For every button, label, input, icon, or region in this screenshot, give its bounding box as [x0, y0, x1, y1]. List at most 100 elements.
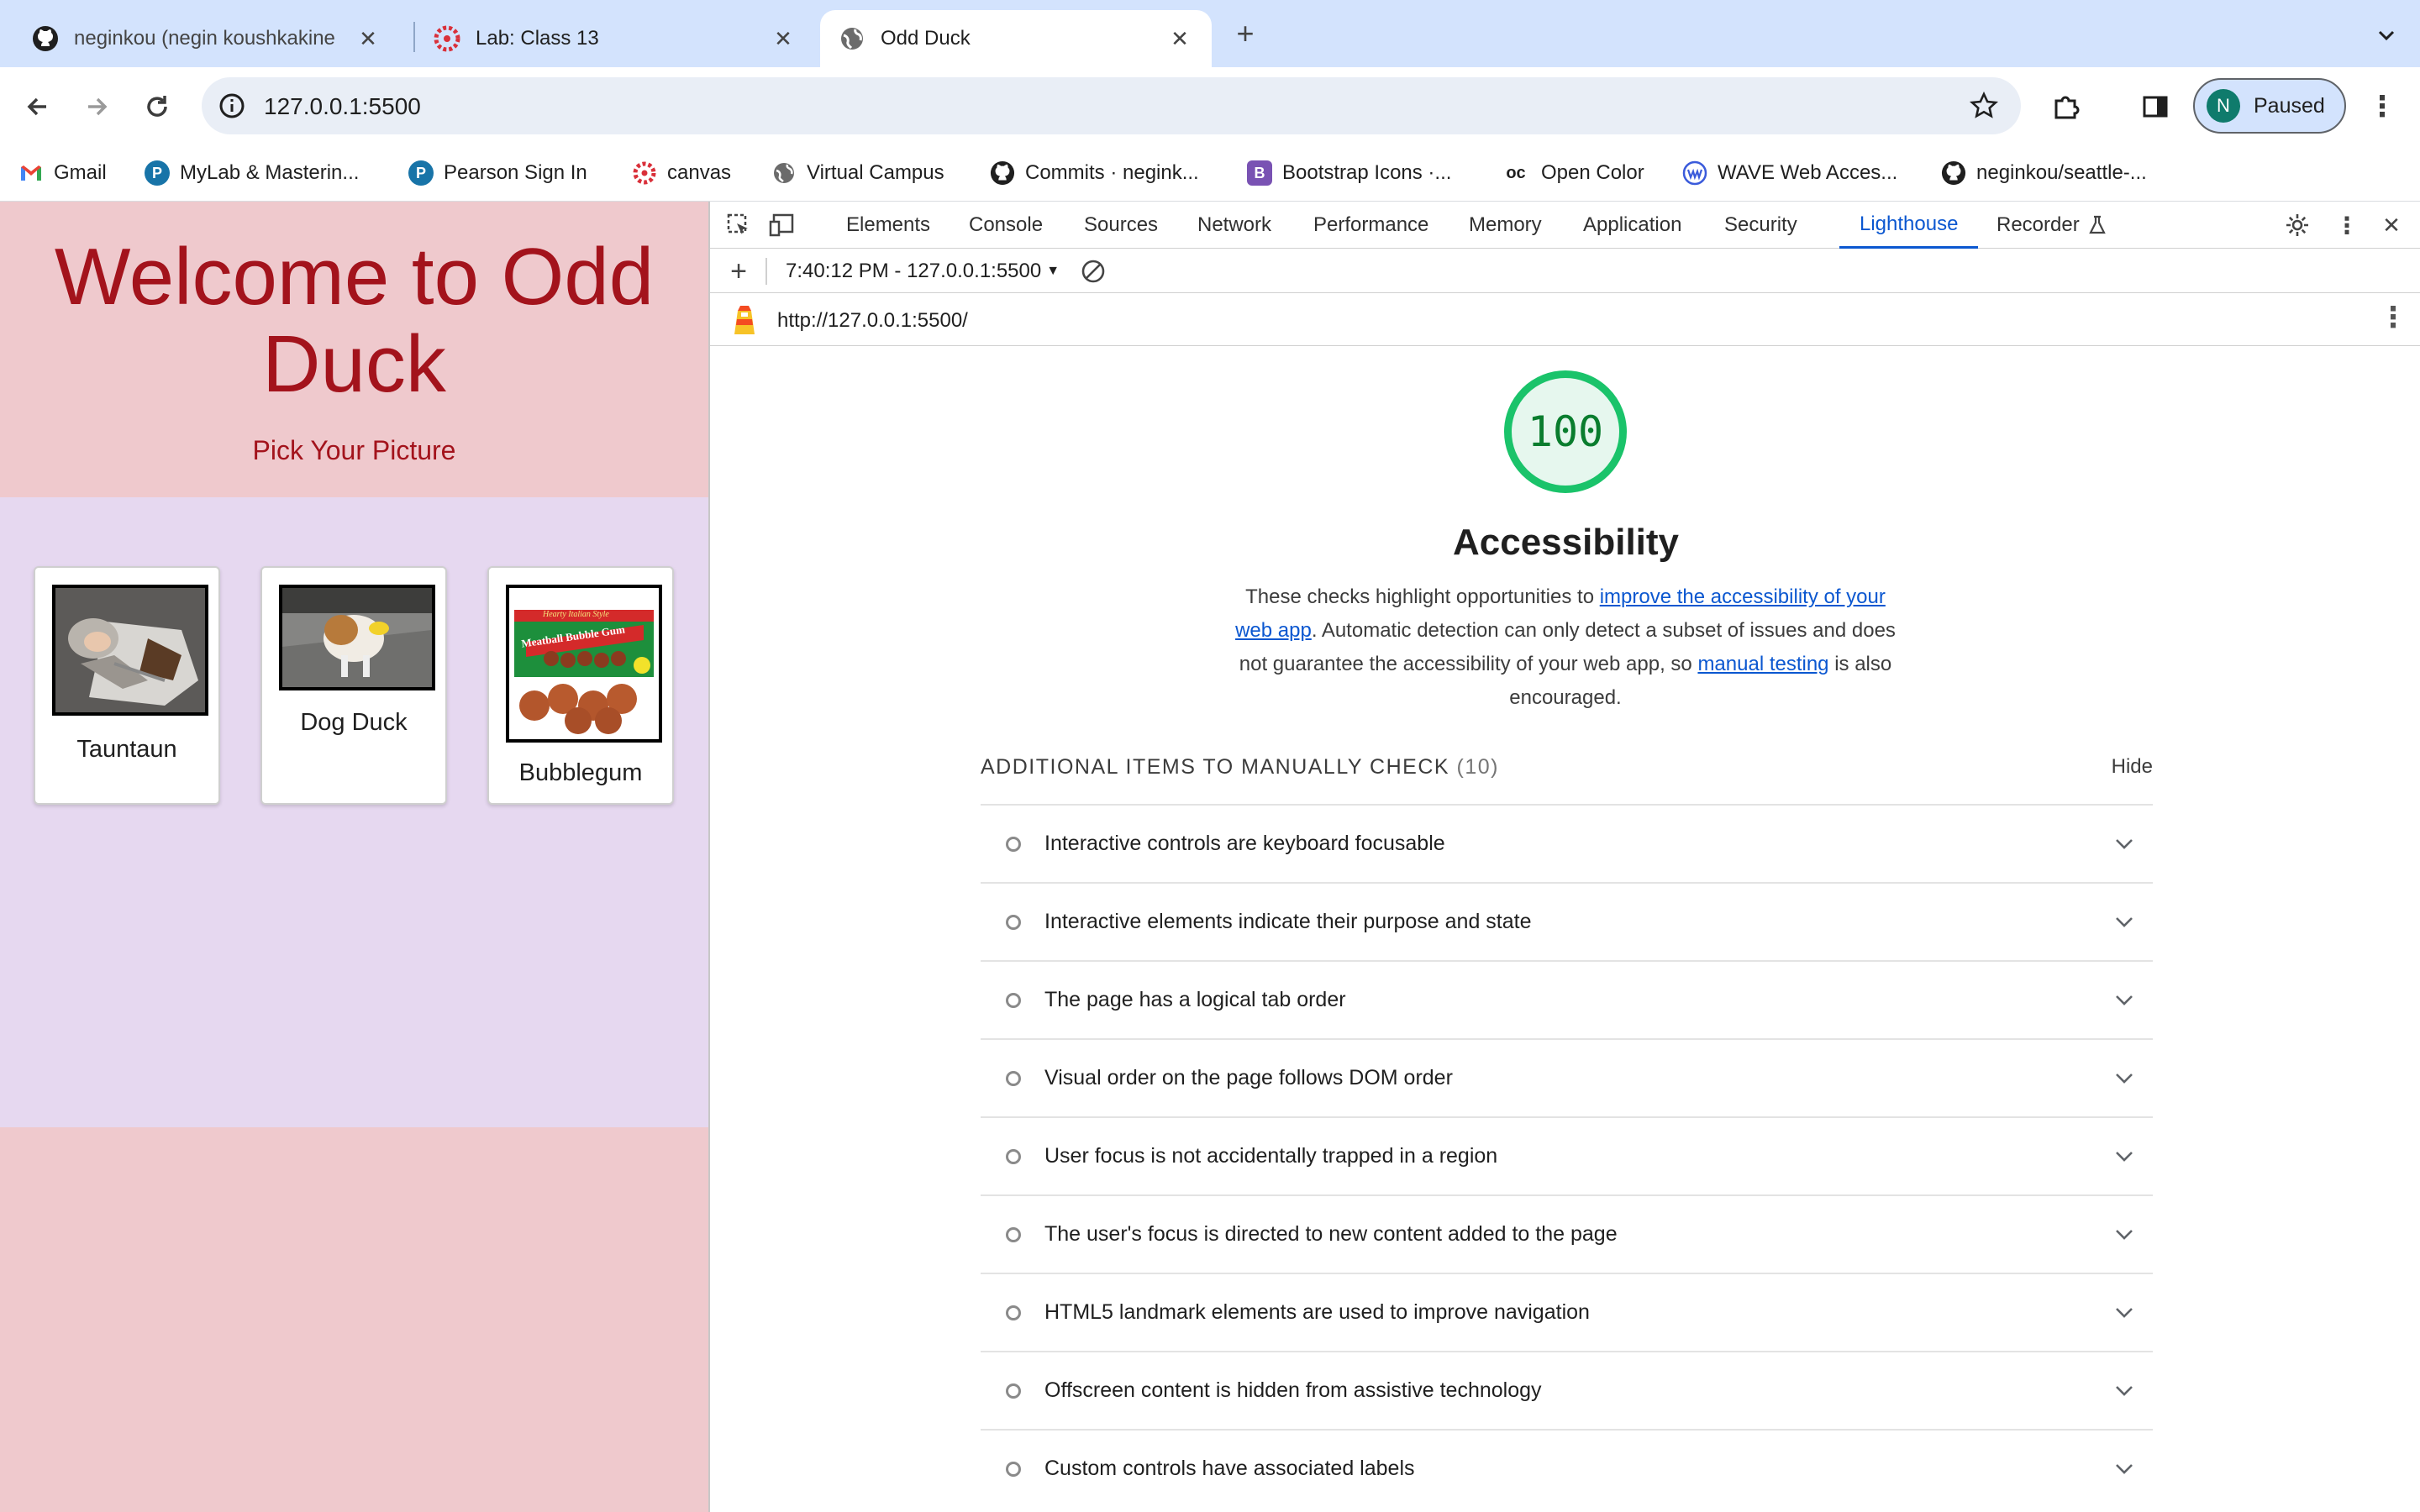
reload-button[interactable]	[138, 87, 176, 126]
clear-reports-icon[interactable]	[1080, 258, 1107, 285]
side-panel-button[interactable]	[2136, 87, 2175, 126]
lighthouse-toolbar: + 7:40:12 PM - 127.0.0.1:5500 ▼	[710, 249, 2420, 293]
tab-strip: neginkou (negin koushkakine ✕ Lab: Class…	[0, 0, 2420, 67]
tab-odd-duck[interactable]: Odd Duck ✕	[820, 10, 1212, 67]
devtools-menu-button[interactable]: ⋮	[2332, 210, 2362, 240]
audit-title: Visual order on the page follows DOM ord…	[1044, 1066, 1453, 1089]
dropdown-arrow-icon: ▼	[1046, 264, 1060, 278]
bubblegum-image[interactable]: Hearty Italian Style Meatball Bubble Gum	[506, 585, 662, 743]
devtools-tab-application[interactable]: Application	[1583, 202, 1681, 249]
back-arrow-icon	[27, 97, 46, 116]
devtools-tab-console[interactable]: Console	[969, 202, 1043, 249]
audit-title: Interactive elements indicate their purp…	[1044, 910, 1532, 933]
close-icon: ✕	[2382, 212, 2401, 238]
chevron-down-icon[interactable]	[2107, 990, 2141, 1011]
site-info-icon[interactable]	[217, 91, 247, 121]
plus-icon: +	[730, 255, 747, 287]
chevron-down-icon[interactable]	[2107, 911, 2141, 933]
devtools-tab-lighthouse[interactable]: Lighthouse	[1839, 202, 1979, 249]
audit-item[interactable]: Custom controls have associated labels	[981, 1429, 2153, 1507]
manual-status-icon	[1006, 1070, 1021, 1086]
bookmark-label: Open Color	[1541, 161, 1644, 184]
inspect-element-button[interactable]	[723, 210, 754, 240]
bookmark-virtual-campus[interactable]: Virtual Campus	[771, 156, 944, 190]
page-viewport: Welcome to Odd Duck Pick Your Picture Ta…	[0, 202, 708, 1512]
address-bar[interactable]: 127.0.0.1:5500	[202, 77, 2021, 134]
close-icon[interactable]: ✕	[355, 26, 381, 52]
url-text[interactable]: 127.0.0.1:5500	[264, 93, 421, 120]
devtools-tab-security[interactable]: Security	[1724, 202, 1797, 249]
audit-item[interactable]: Interactive elements indicate their purp…	[981, 882, 2153, 960]
report-selector[interactable]: 7:40:12 PM - 127.0.0.1:5500 ▼	[786, 256, 1060, 286]
devtools-tab-network[interactable]: Network	[1197, 202, 1271, 249]
bookmark-label: Bootstrap Icons ·...	[1282, 161, 1452, 184]
devtools-tab-sources[interactable]: Sources	[1084, 202, 1158, 249]
hide-button[interactable]: Hide	[2112, 755, 2153, 779]
bookmark-label: Virtual Campus	[807, 161, 944, 184]
chevron-down-icon[interactable]	[2107, 1380, 2141, 1402]
devtools-tab-elements[interactable]: Elements	[846, 202, 930, 249]
chevron-down-icon[interactable]	[2107, 1302, 2141, 1324]
bookmark-bootstrap-icons[interactable]: B Bootstrap Icons ·...	[1247, 156, 1451, 190]
tab-search-button[interactable]	[2370, 18, 2403, 52]
audit-item[interactable]: The page has a logical tab order	[981, 960, 2153, 1038]
bookmark-commits[interactable]: Commits · negink...	[990, 156, 1199, 190]
tauntaun-image[interactable]	[52, 585, 208, 716]
product-card-bubblegum[interactable]: Hearty Italian Style Meatball Bubble Gum…	[487, 566, 674, 805]
report-selector-value: 7:40:12 PM - 127.0.0.1:5500	[786, 260, 1042, 282]
audit-item[interactable]: Offscreen content is hidden from assisti…	[981, 1351, 2153, 1429]
tab-title: Odd Duck	[881, 27, 971, 50]
manual-testing-link[interactable]: manual testing	[1697, 653, 1828, 675]
devtools-close-button[interactable]: ✕	[2376, 210, 2407, 240]
close-icon[interactable]: ✕	[770, 26, 797, 52]
bookmark-gmail[interactable]: Gmail	[18, 156, 107, 190]
close-icon[interactable]: ✕	[1166, 26, 1193, 52]
star-icon[interactable]	[1969, 91, 1999, 121]
bookmark-canvas[interactable]: canvas	[632, 156, 731, 190]
forward-button[interactable]	[77, 87, 116, 126]
report-url[interactable]: http://127.0.0.1:5500/	[777, 309, 968, 333]
chevron-down-icon[interactable]	[2107, 1146, 2141, 1168]
manual-status-icon	[1006, 914, 1021, 930]
product-name: Tauntaun	[76, 736, 177, 763]
toolbar: 127.0.0.1:5500 N Paused ⋮	[0, 67, 2420, 144]
audit-item[interactable]: HTML5 landmark elements are used to impr…	[981, 1273, 2153, 1351]
report-menu-icon[interactable]: ⋮	[2379, 301, 2407, 334]
profile-button[interactable]: N Paused	[2193, 78, 2346, 134]
audit-title: Interactive controls are keyboard focusa…	[1044, 832, 1445, 855]
devtools-tab-recorder[interactable]: Recorder	[1996, 202, 2107, 249]
devtools-settings-button[interactable]	[2282, 210, 2312, 240]
product-card-tauntaun[interactable]: Tauntaun	[34, 566, 220, 805]
chevron-down-icon[interactable]	[2107, 833, 2141, 855]
score-gauge[interactable]: 100	[1504, 370, 1627, 493]
devtools-tab-performance[interactable]: Performance	[1313, 202, 1428, 249]
devtools-tab-memory[interactable]: Memory	[1469, 202, 1542, 249]
manual-check-title-text: ADDITIONAL ITEMS TO MANUALLY CHECK	[981, 755, 1450, 779]
device-toolbar-button[interactable]	[767, 210, 797, 240]
gear-icon	[2286, 214, 2308, 236]
tab-lab-class-13[interactable]: Lab: Class 13 ✕	[415, 10, 815, 67]
audit-item[interactable]: Visual order on the page follows DOM ord…	[981, 1038, 2153, 1116]
bookmark-wave[interactable]: WAVE Web Acces...	[1682, 156, 1897, 190]
chevron-down-icon[interactable]	[2107, 1068, 2141, 1089]
avatar: N	[2207, 89, 2240, 123]
bookmark-pearson-sign-in[interactable]: P Pearson Sign In	[408, 156, 587, 190]
back-button[interactable]	[18, 87, 57, 126]
bookmark-mylab[interactable]: P MyLab & Masterin...	[145, 156, 359, 190]
bookmark-label: WAVE Web Acces...	[1718, 161, 1898, 184]
manual-status-icon	[1006, 1305, 1021, 1320]
bookmark-seattle-repo[interactable]: neginkou/seattle-...	[1941, 156, 2147, 190]
product-card-dog-duck[interactable]: Dog Duck	[260, 566, 447, 805]
extensions-button[interactable]	[2047, 87, 2086, 126]
tab-github-profile[interactable]: neginkou (negin koushkakine ✕	[13, 10, 400, 67]
audit-item[interactable]: User focus is not accidentally trapped i…	[981, 1116, 2153, 1194]
audit-item[interactable]: Interactive controls are keyboard focusa…	[981, 804, 2153, 882]
chevron-down-icon[interactable]	[2107, 1224, 2141, 1246]
dog-duck-image[interactable]	[279, 585, 435, 690]
audit-item[interactable]: The user's focus is directed to new cont…	[981, 1194, 2153, 1273]
bookmark-open-color[interactable]: oc Open Color	[1501, 156, 1644, 190]
new-report-button[interactable]: +	[723, 255, 754, 287]
new-tab-button[interactable]: +	[1228, 16, 1262, 50]
browser-menu-button[interactable]: ⋮	[2363, 87, 2402, 126]
chevron-down-icon[interactable]	[2107, 1458, 2141, 1480]
